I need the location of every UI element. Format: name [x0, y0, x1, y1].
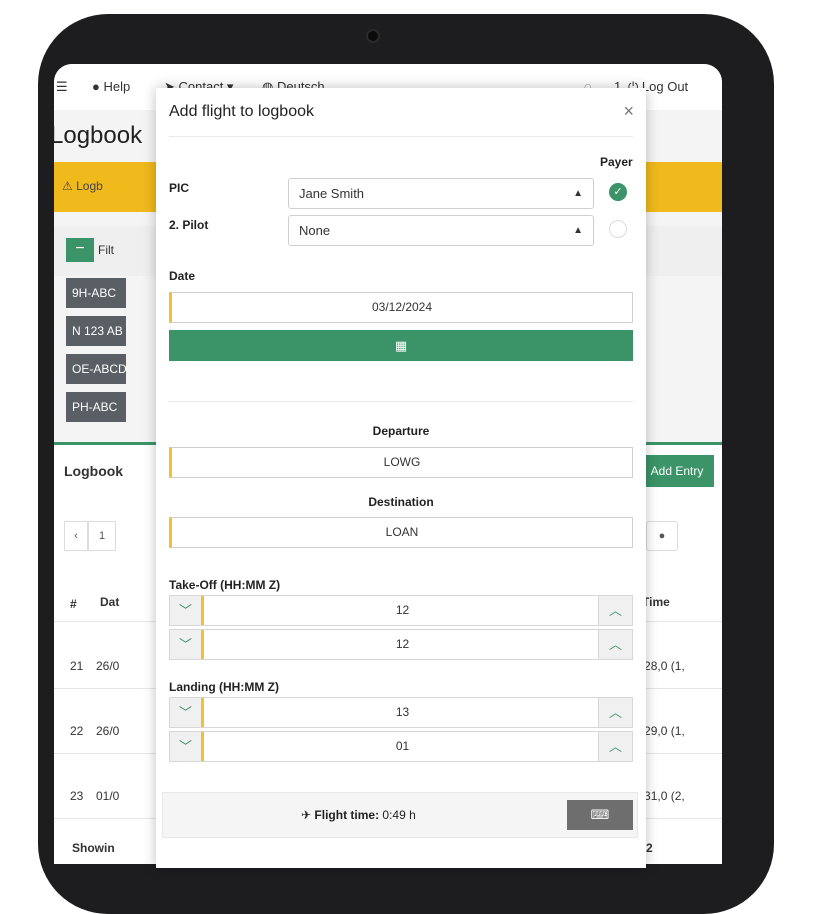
table-row-index: 23 [70, 789, 84, 803]
pilot2-payer-radio[interactable] [609, 220, 627, 238]
payer-label: Payer [600, 155, 633, 169]
date-input[interactable]: 03/12/2024 [169, 292, 633, 323]
table-header-date: Dat [100, 595, 120, 609]
takeoff-minute-stepper: ﹀ 12 ︿ [169, 629, 633, 660]
logbook-card-title: Logbook [64, 463, 124, 479]
close-icon[interactable]: × [623, 101, 634, 122]
destination-input[interactable]: LOAN [169, 517, 633, 548]
chevron-down-icon[interactable]: ﹀ [170, 698, 204, 727]
help-link[interactable]: ● Help [92, 79, 130, 94]
landing-hour-stepper: ﹀ 13 ︿ [169, 697, 633, 728]
camera [366, 29, 380, 43]
modal-title: Add flight to logbook [169, 103, 314, 120]
pilot2-select[interactable]: None ▲ [288, 215, 594, 246]
table-row-date: 26/0 [96, 659, 120, 673]
help-label: Help [103, 79, 131, 94]
aircraft-tag[interactable]: 9H-ABC [66, 278, 126, 308]
calendar-icon: ▦ [394, 338, 408, 353]
table-row-index: 22 [70, 724, 84, 738]
add-circle-icon[interactable]: ● [646, 521, 678, 551]
add-entry-button[interactable]: Add Entry [640, 455, 714, 487]
pilot2-value: None [299, 223, 331, 238]
keyboard-button[interactable]: ⌨ [567, 800, 633, 830]
flight-time-value: 0:49 h [382, 808, 416, 822]
calendar-button[interactable]: ▦ [169, 330, 633, 361]
add-flight-modal: Add flight to logbook × Payer PIC Jane S… [156, 88, 646, 868]
pic-label: PIC [169, 181, 190, 195]
landing-minute-value[interactable]: 01 [207, 732, 598, 761]
takeoff-minute-value[interactable]: 12 [207, 630, 598, 659]
page-prev[interactable]: ‹ [64, 521, 88, 551]
table-row-date: 01/0 [96, 789, 120, 803]
keyboard-icon: ⌨ [590, 807, 610, 822]
section-divider [169, 401, 633, 402]
date-label: Date [169, 269, 196, 283]
table-row-date: 26/0 [96, 724, 120, 738]
landing-minute-stepper: ﹀ 01 ︿ [169, 731, 633, 762]
airplane-icon: ✈ [301, 808, 312, 822]
flight-time-footer: ✈ Flight time: 0:49 h ⌨ [162, 792, 638, 838]
takeoff-hour-value[interactable]: 12 [207, 596, 598, 625]
departure-input[interactable]: LOWG [169, 447, 633, 478]
showing-text: Showin [72, 841, 115, 855]
chevron-up-icon[interactable]: ︿ [598, 698, 632, 727]
pic-select[interactable]: Jane Smith ▲ [288, 178, 594, 209]
warning-text: ⚠ Logb [62, 179, 103, 193]
aircraft-tag[interactable]: PH-ABC [66, 392, 126, 422]
pilot2-label: 2. Pilot [169, 218, 209, 232]
flight-time-label: Flight time: [314, 808, 380, 822]
destination-label: Destination [368, 495, 434, 509]
chevron-down-icon[interactable]: ﹀ [170, 732, 204, 761]
takeoff-label: Take-Off (HH:MM Z) [169, 578, 281, 592]
logout-label: Log Out [641, 79, 689, 94]
select-caret-icon: ▲ [573, 188, 583, 199]
table-header-index: # [70, 597, 77, 611]
takeoff-hour-stepper: ﹀ 12 ︿ [169, 595, 633, 626]
page-number[interactable]: 1 [88, 521, 116, 551]
chevron-up-icon[interactable]: ︿ [598, 596, 632, 625]
chevron-down-icon[interactable]: ﹀ [170, 630, 204, 659]
departure-label: Departure [372, 424, 430, 438]
flight-time-readout: ✈ Flight time: 0:49 h [301, 808, 416, 822]
pic-value: Jane Smith [299, 186, 365, 201]
collapse-filter-button[interactable]: − [66, 238, 94, 262]
page-title: Logbook [54, 122, 143, 149]
chevron-up-icon[interactable]: ︿ [598, 732, 632, 761]
landing-label: Landing (HH:MM Z) [169, 680, 279, 694]
select-caret-icon: ▲ [573, 225, 583, 236]
menu-icon[interactable]: ☰ [56, 79, 68, 95]
filter-label: Filt [98, 243, 114, 257]
aircraft-tag[interactable]: OE-ABCD [66, 354, 126, 384]
aircraft-tag[interactable]: N 123 AB [66, 316, 126, 346]
table-row-index: 21 [70, 659, 84, 673]
chevron-up-icon[interactable]: ︿ [598, 630, 632, 659]
landing-hour-value[interactable]: 13 [207, 698, 598, 727]
modal-divider [169, 136, 633, 137]
chevron-down-icon[interactable]: ﹀ [170, 596, 204, 625]
pic-payer-radio[interactable]: ✓ [609, 183, 627, 201]
